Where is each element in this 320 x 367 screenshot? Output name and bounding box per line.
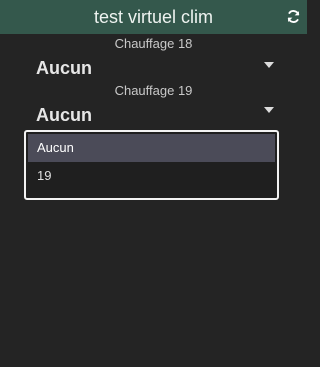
select-chauffage-18[interactable]: Aucun <box>36 57 92 79</box>
widget-header: test virtuel clim <box>0 0 307 34</box>
widget-panel: test virtuel clim Chauffage 18 Aucun Cha… <box>0 0 307 367</box>
dropdown-option-aucun[interactable]: Aucun <box>28 134 275 162</box>
dropdown-option-19[interactable]: 19 <box>28 162 275 190</box>
field-label-chauffage-18: Chauffage 18 <box>114 36 193 51</box>
widget-title: test virtuel clim <box>93 7 214 27</box>
field-label-chauffage-19: Chauffage 19 <box>114 83 193 98</box>
chevron-down-icon[interactable] <box>264 107 274 113</box>
dropdown-menu: Aucun 19 <box>24 130 279 200</box>
chevron-down-icon[interactable] <box>264 62 274 68</box>
refresh-icon[interactable] <box>286 9 301 24</box>
select-chauffage-19[interactable]: Aucun <box>36 104 92 126</box>
